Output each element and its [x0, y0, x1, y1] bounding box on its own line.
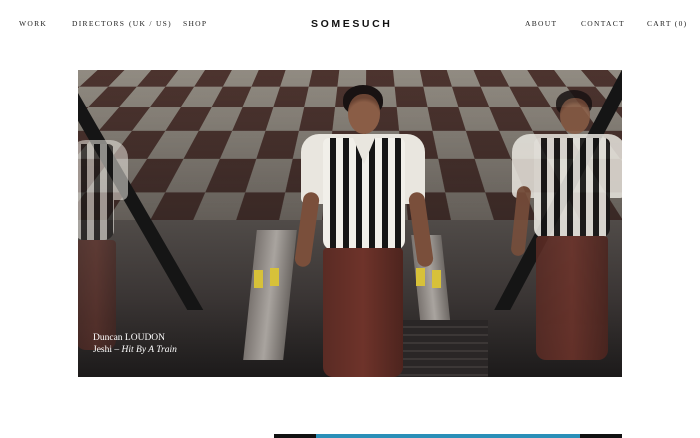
- reflection-figure-left: [78, 130, 138, 350]
- project-credit: Jeshi – Hit By A Train: [93, 344, 177, 356]
- site-logo[interactable]: SOMESUCH: [311, 18, 392, 30]
- reflection-figure-right: [508, 90, 622, 360]
- hero-caption: Duncan LOUDON Jeshi – Hit By A Train: [93, 332, 177, 356]
- nav-about[interactable]: ABOUT: [525, 19, 557, 28]
- nav-cart[interactable]: CART (0): [647, 19, 687, 28]
- nav-region-toggle[interactable]: (UK / US): [129, 19, 172, 28]
- artist-name: Jeshi: [93, 345, 112, 355]
- nav-contact[interactable]: CONTACT: [581, 19, 625, 28]
- director-name[interactable]: Duncan LOUDON: [93, 332, 177, 344]
- track-title: Hit By A Train: [121, 345, 177, 355]
- credit-separator: –: [114, 345, 120, 355]
- hero-video-card[interactable]: Duncan LOUDON Jeshi – Hit By A Train: [78, 70, 622, 377]
- nav-directors[interactable]: DIRECTORS: [72, 19, 125, 28]
- next-project-thumbnail[interactable]: [274, 434, 622, 438]
- nav-shop[interactable]: SHOP: [183, 19, 207, 28]
- main-figure: [293, 82, 435, 377]
- nav-work[interactable]: WORK: [19, 19, 47, 28]
